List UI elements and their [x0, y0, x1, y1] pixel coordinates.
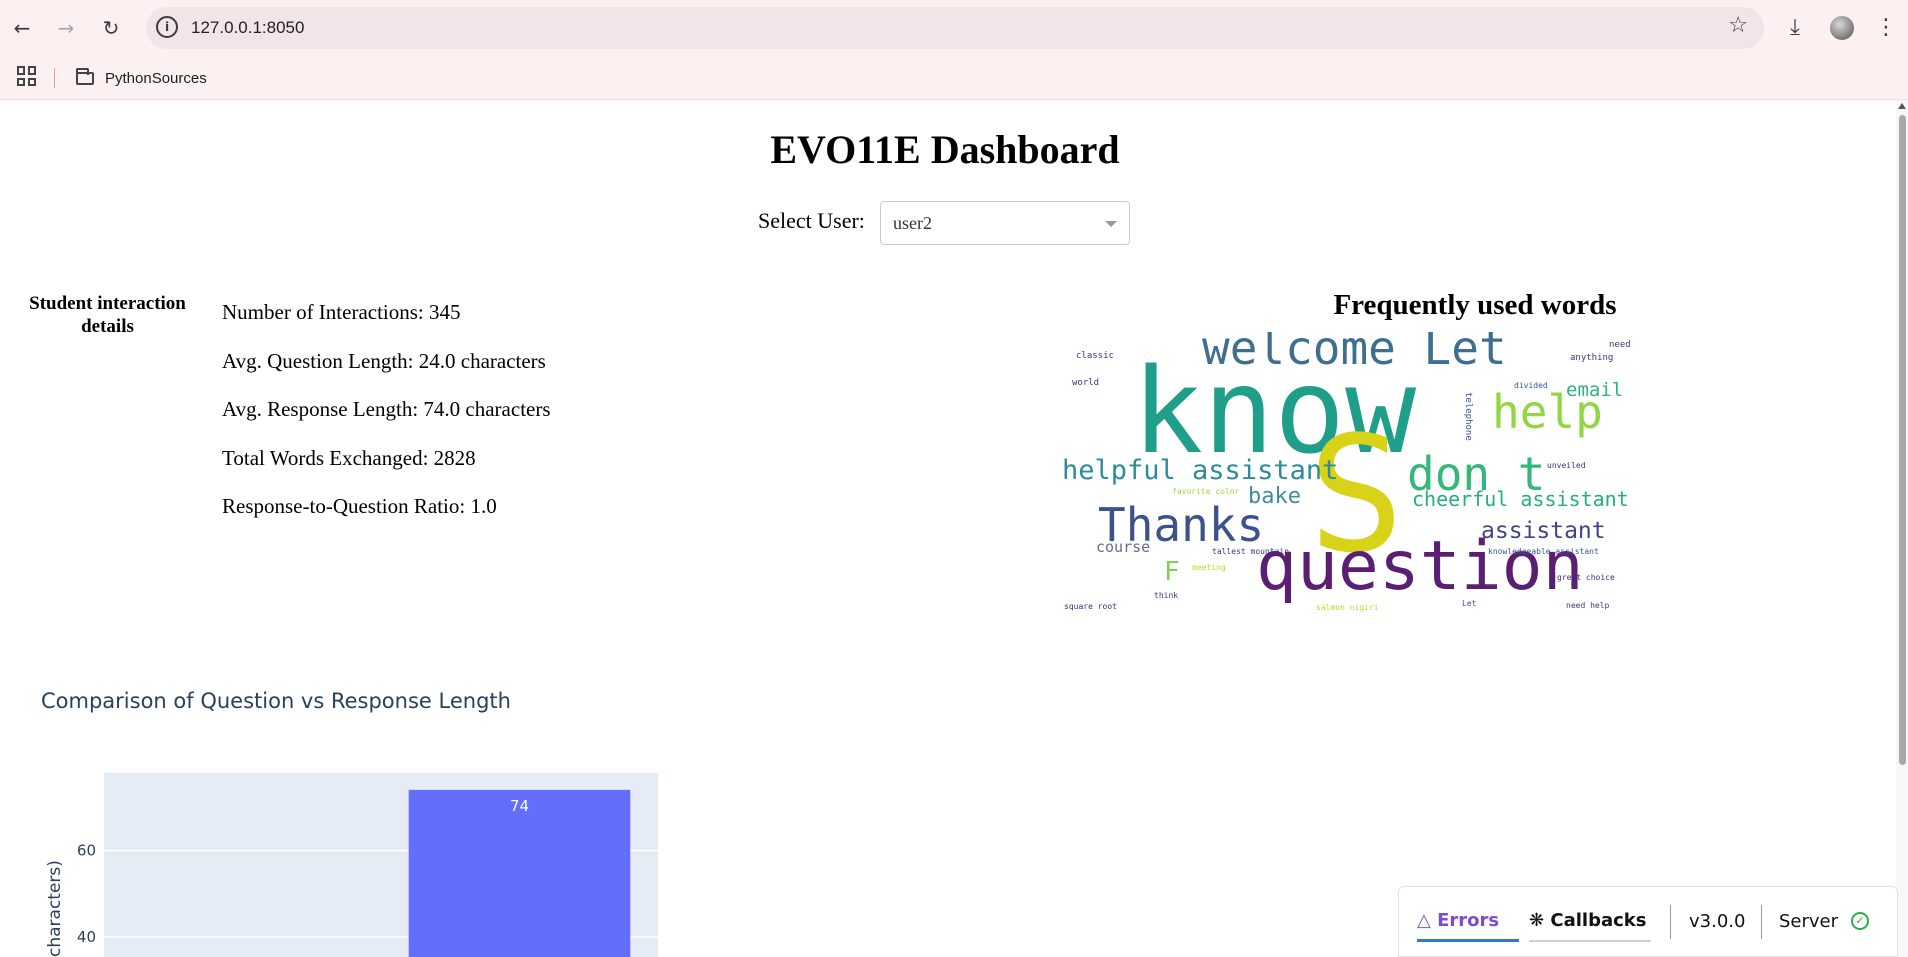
stat-question-length: Avg. Question Length: 24.0 characters: [222, 348, 546, 373]
chart-title: Comparison of Question vs Response Lengt…: [41, 689, 511, 713]
forward-icon[interactable]: →: [48, 10, 84, 46]
version-label: v3.0.0: [1689, 911, 1746, 932]
word-tallest-mountain: tallest mountain: [1212, 547, 1289, 556]
word-divided: divided: [1514, 381, 1548, 390]
errors-label[interactable]: Errors: [1437, 910, 1499, 931]
word-need-help: need help: [1566, 601, 1610, 610]
page-scrollbar[interactable]: [1896, 100, 1908, 957]
address-bar[interactable]: i 127.0.0.1:8050 ☆: [146, 7, 1764, 49]
word-helpful-assistant: helpful assistant: [1062, 455, 1338, 486]
bookmark-label[interactable]: PythonSources: [105, 70, 207, 87]
callbacks-tab[interactable]: ❋ Callbacks: [1529, 910, 1646, 931]
y-tick-label: 60: [77, 842, 96, 860]
word-need: need: [1609, 340, 1631, 350]
word-great-choice: great choice: [1557, 573, 1615, 582]
bookmarks-bar: PythonSources: [0, 56, 1908, 100]
callbacks-tab-underline: [1529, 940, 1651, 942]
page-title: EVO11E Dashboard: [770, 127, 1120, 172]
user-dropdown[interactable]: user2: [880, 201, 1130, 245]
details-heading: Student interaction details: [29, 293, 186, 337]
word-think: think: [1154, 591, 1178, 600]
callbacks-label[interactable]: Callbacks: [1550, 910, 1646, 931]
word-meeting: meeting: [1192, 563, 1226, 572]
word-telephone: telephone: [1463, 392, 1473, 441]
site-info-icon[interactable]: i: [156, 16, 178, 38]
word-favorite-color: favorite color: [1172, 487, 1240, 496]
url-text[interactable]: 127.0.0.1:8050: [191, 18, 304, 38]
back-icon[interactable]: ←: [4, 10, 40, 46]
errors-tab[interactable]: △ Errors: [1417, 910, 1499, 931]
apps-grid-icon[interactable]: [17, 66, 37, 86]
word-unveiled: unveiled: [1547, 461, 1586, 470]
check-icon: ✓: [1851, 912, 1869, 930]
word-welcome: welcome Let: [1202, 332, 1507, 375]
word-let-small: Let: [1462, 599, 1477, 608]
download-icon[interactable]: ⤓: [1777, 9, 1813, 45]
y-tick-label: 40: [77, 928, 96, 946]
server-status-label[interactable]: Server: [1779, 911, 1838, 932]
word-classic: classic: [1076, 351, 1114, 361]
stat-total-words: Total Words Exchanged: 2828: [222, 445, 476, 470]
browser-toolbar: ← → ↻ i 127.0.0.1:8050 ☆ ⤓ ⋮: [0, 0, 1908, 56]
bar-response[interactable]: [408, 789, 631, 957]
folder-icon: [76, 67, 94, 85]
menu-icon[interactable]: ⋮: [1868, 9, 1904, 45]
warning-icon: △: [1417, 910, 1431, 931]
word-f: F: [1164, 557, 1180, 587]
word-knowledgeable-assistant: knowledgeable assistant: [1488, 547, 1599, 556]
stat-ratio: Response-to-Question Ratio: 1.0: [222, 494, 497, 518]
bookmark-star-icon[interactable]: ☆: [1728, 13, 1748, 38]
scroll-up-icon[interactable]: [1898, 103, 1906, 109]
devtools-divider: [1670, 905, 1671, 939]
word-world: world: [1072, 378, 1099, 388]
profile-avatar[interactable]: [1830, 16, 1854, 40]
devtools-bar: △ Errors ❋ Callbacks v3.0.0 Server ✓: [1398, 886, 1898, 957]
bar-chart: 74 40 60 characters): [45, 773, 658, 957]
bar-value-label: 74: [510, 797, 529, 815]
chevron-down-icon[interactable]: [1105, 221, 1117, 227]
errors-tab-indicator: [1417, 939, 1519, 942]
word-email: email: [1566, 379, 1623, 401]
wordcloud-image: know welcome Let help S don t helpful as…: [1062, 332, 1631, 612]
scrollbar-thumb[interactable]: [1899, 115, 1906, 765]
word-salmon-nigiri: salmon nigiri: [1316, 603, 1379, 612]
stat-response-length: Avg. Response Length: 74.0 characters: [222, 397, 551, 421]
word-anything: anything: [1570, 353, 1613, 363]
selected-user[interactable]: user2: [893, 213, 932, 234]
stat-interactions: Number of Interactions: 345: [222, 300, 461, 324]
word-cheerful-assistant: cheerful assistant: [1412, 487, 1629, 511]
word-course: course: [1096, 538, 1150, 556]
bookmarks-divider: [54, 68, 55, 88]
reload-icon[interactable]: ↻: [93, 10, 129, 46]
word-question: question: [1256, 527, 1584, 606]
callbacks-icon: ❋: [1529, 910, 1545, 931]
stats-list: Number of Interactions: 345 Avg. Questio…: [222, 297, 551, 540]
word-square-root: square root: [1064, 602, 1117, 611]
y-axis-label: characters): [45, 860, 65, 957]
devtools-divider: [1761, 905, 1762, 939]
bookmark-folder[interactable]: PythonSources: [76, 65, 207, 91]
wordcloud-title: Frequently used words: [1333, 289, 1617, 321]
select-user-label: Select User:: [758, 208, 865, 233]
